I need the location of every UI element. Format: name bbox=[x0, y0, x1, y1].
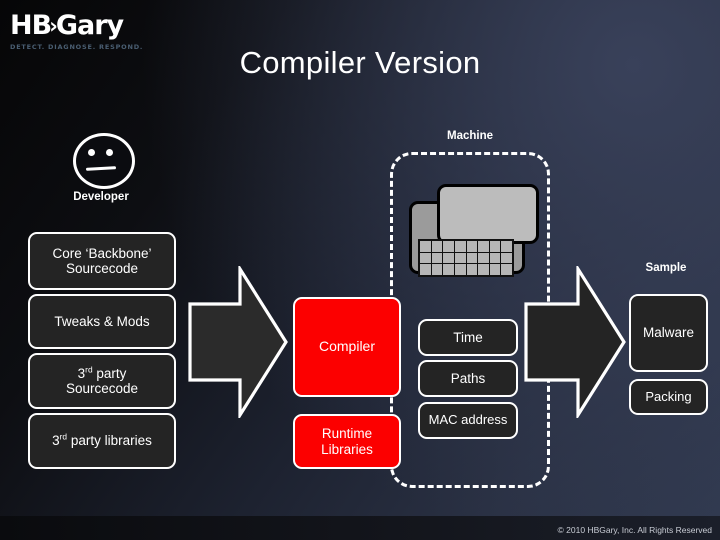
node-label: 3rd party Sourcecode bbox=[65, 364, 139, 396]
monitor-screen-icon bbox=[437, 184, 539, 244]
node-core-backbone-sourcecode[interactable]: Core ‘Backbone’ Sourcecode bbox=[28, 232, 176, 290]
flow-arrow-right-1 bbox=[188, 266, 288, 418]
page-title: Compiler Version bbox=[239, 45, 481, 80]
logo-wordmark: HB›Gary bbox=[10, 12, 160, 40]
node-label: Time bbox=[453, 329, 483, 345]
node-time[interactable]: Time bbox=[418, 319, 518, 356]
node-label: Paths bbox=[450, 370, 486, 386]
face-neutral-icon bbox=[73, 133, 135, 189]
keyboard-keys-icon bbox=[418, 239, 514, 277]
face-eye-left bbox=[88, 149, 95, 156]
node-mac-address[interactable]: MAC address bbox=[418, 402, 518, 439]
face-mouth bbox=[85, 166, 117, 171]
node-runtime-libraries[interactable]: Runtime Libraries bbox=[293, 414, 401, 469]
node-label: Compiler bbox=[318, 338, 375, 355]
node-3rd-party-sourcecode[interactable]: 3rd party Sourcecode bbox=[28, 353, 176, 409]
node-label: 3rd party libraries bbox=[52, 431, 152, 449]
face-eye-right bbox=[106, 149, 113, 156]
node-malware[interactable]: Malware bbox=[629, 294, 708, 372]
node-label: Runtime Libraries bbox=[321, 426, 373, 457]
node-label: Malware bbox=[642, 325, 694, 341]
copyright-text: © 2010 HBGary, Inc. All Rights Reserved bbox=[557, 525, 712, 535]
flow-arrow-right-2 bbox=[524, 266, 626, 418]
developer-label: Developer bbox=[73, 191, 129, 203]
node-tweaks-and-mods[interactable]: Tweaks & Mods bbox=[28, 294, 176, 349]
node-compiler[interactable]: Compiler bbox=[293, 297, 401, 397]
slide-canvas: HB›Gary DETECT. DIAGNOSE. RESPOND. Compi… bbox=[0, 0, 720, 540]
node-label: Tweaks & Mods bbox=[54, 313, 150, 329]
node-packing[interactable]: Packing bbox=[629, 379, 708, 415]
logo-wordmark-left: HB bbox=[10, 10, 52, 41]
node-paths[interactable]: Paths bbox=[418, 360, 518, 397]
node-label: MAC address bbox=[428, 412, 508, 428]
node-label: Packing bbox=[645, 388, 692, 404]
node-3rd-party-libraries[interactable]: 3rd party libraries bbox=[28, 413, 176, 469]
machine-label: Machine bbox=[446, 130, 493, 142]
logo-wordmark-right: Gary bbox=[55, 10, 124, 41]
node-label: Core ‘Backbone’ Sourcecode bbox=[52, 245, 152, 276]
sample-label: Sample bbox=[645, 262, 687, 274]
